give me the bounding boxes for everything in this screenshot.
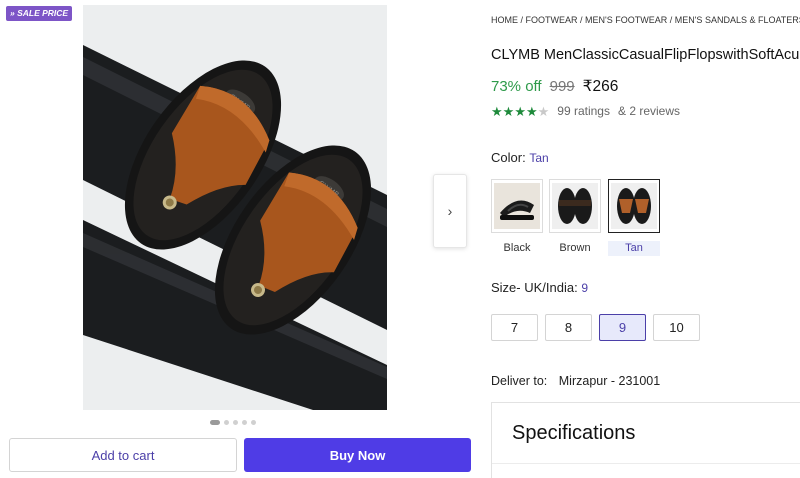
sale-price: ₹266 (582, 78, 619, 95)
product-title: CLYMB MenClassicCasualFlipFlopswithSoftA… (491, 47, 800, 63)
star-icon: ★ (491, 103, 503, 119)
star-icon: ★ (514, 103, 526, 119)
black-sandal-thumbnail (494, 183, 540, 229)
chevron-right-icon: › (447, 203, 453, 219)
delivery-location[interactable]: Mirzapur - 231001 (559, 374, 660, 388)
star-icon: ★ (525, 103, 538, 119)
product-details: HOME / FOOTWEAR / MEN'S FOOTWEAR / MEN'S… (491, 0, 800, 478)
ratings-count[interactable]: 99 ratings (557, 104, 610, 118)
size-option[interactable]: 7 (491, 314, 538, 341)
gallery-dot[interactable] (210, 420, 220, 425)
gallery-dot[interactable] (251, 420, 256, 425)
breadcrumb[interactable]: HOME / FOOTWEAR / MEN'S FOOTWEAR / MEN'S… (491, 15, 800, 25)
brown-sandal-thumbnail (552, 183, 598, 229)
delivery-label: Deliver to: (491, 374, 548, 388)
swatch-label[interactable]: Brown (549, 241, 601, 256)
star-empty-icon: ★ (537, 103, 550, 119)
gallery-dot[interactable] (242, 420, 247, 425)
gallery-next-button[interactable]: › (433, 174, 467, 248)
selected-size: 9 (581, 281, 589, 295)
color-swatch-tan[interactable] (608, 179, 660, 233)
size-label-text: Size- UK/India: (491, 280, 578, 295)
product-gallery: » SALE PRICE CLYMB (0, 0, 478, 478)
delivery-row[interactable]: Deliver to: Mirzapur - 231001 (491, 374, 660, 388)
swatch-label[interactable]: Tan (608, 241, 660, 256)
discount-label: 73% off (491, 78, 542, 95)
gallery-pagination (210, 420, 256, 425)
color-label: Color: Tan (491, 150, 549, 165)
reviews-count[interactable]: & 2 reviews (618, 104, 680, 118)
swatch-label[interactable]: Black (491, 241, 543, 256)
rating-stars: ★ ★ ★ ★ ★ (491, 105, 549, 118)
product-image[interactable]: CLYMB CLYMB (83, 5, 387, 410)
color-swatch-brown[interactable] (549, 179, 601, 233)
price-row: 73% off 999 ₹266 (491, 77, 618, 96)
sandal-photo: CLYMB CLYMB (83, 5, 387, 410)
specifications-title: Specifications (512, 422, 636, 444)
add-to-cart-button[interactable]: Add to cart (9, 438, 237, 472)
star-icon: ★ (502, 103, 515, 119)
sale-price-badge: » SALE PRICE (6, 6, 73, 21)
buy-now-button[interactable]: Buy Now (244, 438, 471, 472)
size-label: Size- UK/India: 9 (491, 280, 588, 295)
rating-row[interactable]: ★ ★ ★ ★ ★ 99 ratings & 2 reviews (491, 104, 680, 118)
gallery-dot[interactable] (224, 420, 229, 425)
mrp-price: 999 (549, 78, 575, 95)
color-swatch-black[interactable] (491, 179, 543, 233)
color-label-text: Color: (491, 150, 526, 165)
size-option-selected[interactable]: 9 (599, 314, 646, 341)
divider (492, 463, 800, 464)
gallery-dot[interactable] (233, 420, 238, 425)
selected-color: Tan (529, 151, 549, 165)
size-option[interactable]: 8 (545, 314, 592, 341)
specifications-section[interactable]: Specifications (491, 402, 800, 478)
tan-sandal-thumbnail (611, 183, 657, 229)
size-option[interactable]: 10 (653, 314, 700, 341)
